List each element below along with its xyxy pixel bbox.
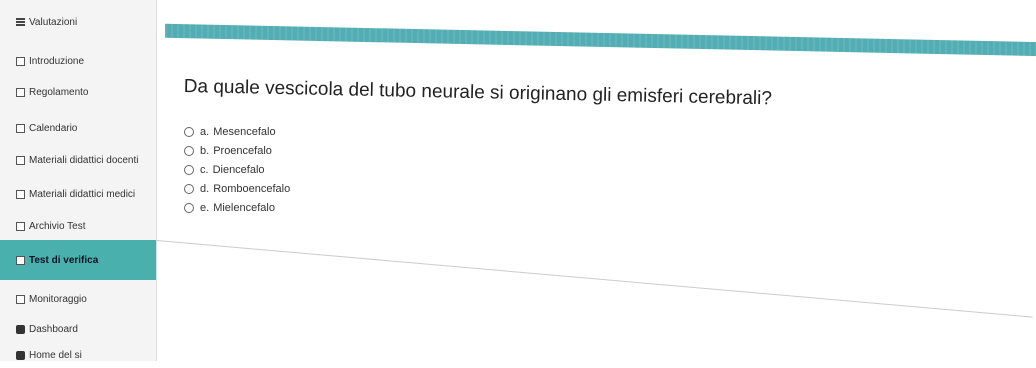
radio-button[interactable] — [184, 126, 194, 137]
radio-button[interactable] — [184, 183, 194, 194]
sidebar-item-monitoraggio[interactable]: Monitoraggio — [0, 286, 156, 312]
sidebar-item-archivio-test[interactable]: Archivio Test — [0, 213, 156, 239]
sidebar-item-test-di-verifica[interactable]: Test di verifica — [0, 240, 156, 280]
page-icon — [16, 255, 25, 265]
option-letter: d. — [200, 182, 210, 195]
option-label: Mesencefalo — [213, 125, 276, 138]
option-c[interactable]: c. Diencefalo — [184, 160, 290, 179]
radio-button[interactable] — [184, 145, 194, 156]
option-b[interactable]: b. Proencefalo — [184, 141, 290, 160]
option-letter: c. — [200, 163, 209, 176]
sidebar-item-valutazioni[interactable]: Valutazioni — [0, 9, 156, 35]
page-icon — [16, 155, 25, 165]
option-e[interactable]: e. Mielencefalo — [184, 198, 290, 217]
option-letter: a. — [200, 125, 210, 138]
option-label: Proencefalo — [213, 144, 272, 157]
option-label: Romboencefalo — [213, 182, 291, 195]
page-icon — [16, 87, 25, 97]
sidebar-item-label: Home del si — [29, 349, 82, 361]
sidebar-item-label: Calendario — [29, 122, 78, 134]
sidebar-item-label: Materiali didattici docenti — [29, 154, 139, 166]
page-icon — [16, 294, 25, 304]
divider — [156, 240, 1033, 318]
home-icon — [16, 350, 25, 360]
answer-options: a. Mesencefalo b. Proencefalo c. Diencef… — [184, 122, 290, 217]
sidebar-item-home[interactable]: Home del si — [0, 342, 156, 368]
sidebar-item-regolamento[interactable]: Regolamento — [0, 79, 156, 105]
option-label: Mielencefalo — [213, 201, 275, 214]
sidebar-item-calendario[interactable]: Calendario — [0, 115, 156, 141]
radio-button[interactable] — [184, 164, 194, 175]
sidebar-item-materiali-medici[interactable]: Materiali didattici medici — [0, 181, 156, 207]
header-bar — [165, 23, 1036, 57]
course-sidebar: Valutazioni Introduzione Regolamento Cal… — [0, 0, 157, 361]
option-a[interactable]: a. Mesencefalo — [184, 122, 290, 141]
question-text: Da quale vescicola del tubo neurale si o… — [183, 76, 773, 110]
question-panel: Da quale vescicola del tubo neurale si o… — [156, 0, 1036, 361]
sidebar-item-label: Valutazioni — [29, 16, 78, 28]
page-icon — [16, 123, 25, 133]
page-icon — [16, 221, 25, 231]
option-letter: b. — [200, 144, 210, 157]
sidebar-item-dashboard[interactable]: Dashboard — [0, 316, 156, 342]
grid-icon — [16, 17, 25, 27]
sidebar-item-label: Materiali didattici medici — [29, 188, 136, 200]
sidebar-item-materiali-docenti[interactable]: Materiali didattici docenti — [0, 147, 156, 173]
sidebar-item-label: Archivio Test — [29, 220, 86, 232]
sidebar-item-label: Monitoraggio — [29, 293, 87, 305]
page-icon — [16, 56, 25, 66]
sidebar-item-label: Introduzione — [29, 55, 85, 67]
dashboard-icon — [16, 324, 25, 334]
radio-button[interactable] — [184, 202, 194, 213]
option-label: Diencefalo — [212, 163, 265, 176]
sidebar-item-label: Dashboard — [29, 323, 78, 335]
option-d[interactable]: d. Romboencefalo — [184, 179, 290, 198]
sidebar-item-label: Test di verifica — [29, 254, 99, 266]
option-letter: e. — [200, 201, 210, 214]
sidebar-item-introduzione[interactable]: Introduzione — [0, 48, 156, 74]
page-icon — [16, 189, 25, 199]
sidebar-item-label: Regolamento — [29, 86, 89, 98]
